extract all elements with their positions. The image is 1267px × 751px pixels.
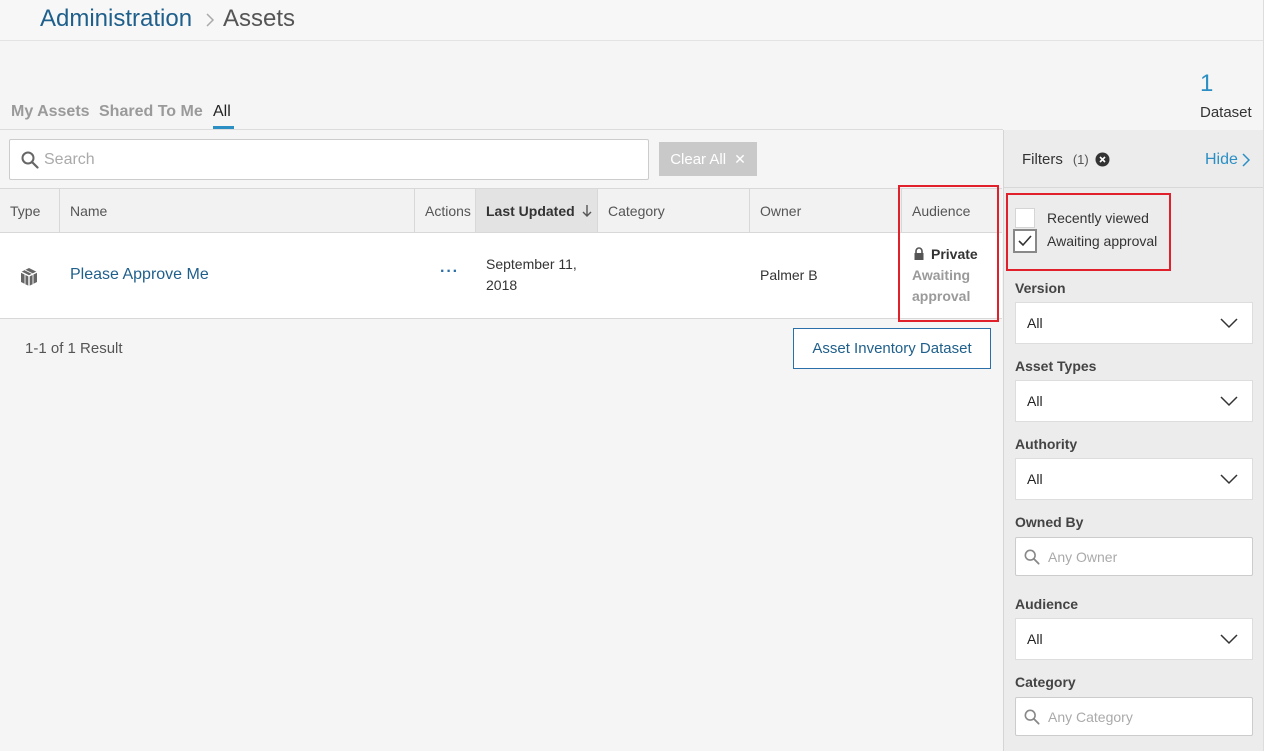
hide-filters-label: Hide bbox=[1205, 151, 1238, 168]
breadcrumb-current: Assets bbox=[223, 5, 296, 32]
version-filter-label: Version bbox=[1015, 280, 1066, 296]
recently-viewed-checkbox[interactable] bbox=[1015, 208, 1035, 228]
search-box[interactable] bbox=[9, 139, 649, 180]
owned-by-search[interactable] bbox=[1015, 537, 1253, 576]
filters-title: Filters (1) bbox=[1022, 151, 1110, 168]
version-select[interactable]: All bbox=[1015, 302, 1253, 344]
chevron-down-icon bbox=[1220, 474, 1238, 485]
breadcrumb-administration-link[interactable]: Administration bbox=[40, 5, 192, 33]
column-header-category[interactable]: Category bbox=[598, 189, 750, 232]
column-header-last-updated-label: Last Updated bbox=[486, 202, 575, 219]
version-select-value: All bbox=[1027, 315, 1043, 331]
table-row: Please Approve Me ··· September 11, 2018… bbox=[0, 233, 1002, 319]
chevron-down-icon bbox=[1220, 396, 1238, 407]
column-header-name[interactable]: Name bbox=[60, 189, 415, 232]
actions-menu-button[interactable]: ··· bbox=[440, 263, 459, 281]
filters-title-text: Filters bbox=[1022, 151, 1063, 168]
breadcrumb-chevron-icon bbox=[206, 13, 215, 27]
tab-all[interactable]: All bbox=[213, 103, 231, 121]
filters-header: Filters (1) Hide bbox=[1004, 130, 1263, 188]
asset-inventory-dataset-button[interactable]: Asset Inventory Dataset bbox=[793, 328, 991, 369]
clear-filters-icon[interactable] bbox=[1095, 152, 1110, 167]
dataset-count[interactable]: 1 bbox=[1200, 70, 1260, 98]
window-edge bbox=[1263, 0, 1267, 751]
lock-icon bbox=[914, 247, 924, 260]
tabs-divider bbox=[0, 129, 1003, 130]
category-search[interactable] bbox=[1015, 697, 1253, 736]
audience-filter-label: Audience bbox=[1015, 596, 1079, 612]
search-input[interactable] bbox=[44, 140, 634, 179]
category-input[interactable] bbox=[1048, 708, 1238, 725]
asset-types-select-value: All bbox=[1027, 393, 1043, 409]
audience-select-value: All bbox=[1027, 631, 1043, 647]
owned-by-input[interactable] bbox=[1048, 548, 1238, 565]
dataset-cube-icon bbox=[20, 268, 38, 286]
owner-value: Palmer B bbox=[760, 267, 818, 283]
approval-status: Awaiting approval bbox=[912, 267, 971, 304]
awaiting-approval-checkbox-row[interactable]: Awaiting approval bbox=[1013, 229, 1157, 253]
owned-by-filter-label: Owned By bbox=[1015, 514, 1084, 530]
recently-viewed-label: Recently viewed bbox=[1047, 210, 1149, 226]
audience-value: Private bbox=[913, 246, 978, 262]
column-header-audience[interactable]: Audience bbox=[902, 189, 1002, 232]
chevron-right-icon bbox=[1242, 153, 1250, 167]
column-header-type[interactable]: Type bbox=[0, 189, 60, 232]
awaiting-approval-label: Awaiting approval bbox=[1047, 233, 1158, 249]
last-updated-value: September 11, 2018 bbox=[486, 256, 577, 293]
close-icon: ✕ bbox=[734, 150, 746, 167]
search-icon bbox=[21, 151, 39, 169]
column-header-owner[interactable]: Owner bbox=[750, 189, 902, 232]
recently-viewed-checkbox-row[interactable]: Recently viewed bbox=[1015, 208, 1149, 228]
asset-name-link[interactable]: Please Approve Me bbox=[70, 266, 209, 284]
tab-my-assets[interactable]: My Assets bbox=[11, 103, 90, 121]
filters-count: (1) bbox=[1072, 152, 1089, 167]
search-icon bbox=[1024, 549, 1040, 565]
clear-all-label: Clear All bbox=[670, 150, 727, 168]
category-filter-label: Category bbox=[1015, 674, 1076, 690]
search-icon bbox=[1024, 709, 1040, 725]
asset-types-select[interactable]: All bbox=[1015, 380, 1253, 422]
column-header-actions: Actions bbox=[415, 189, 476, 232]
audience-select[interactable]: All bbox=[1015, 618, 1253, 660]
tab-shared-to-me[interactable]: Shared To Me bbox=[99, 103, 203, 121]
chevron-down-icon bbox=[1220, 634, 1238, 645]
column-header-last-updated[interactable]: Last Updated bbox=[476, 189, 598, 232]
filter-panel: Filters (1) Hide Recently viewed Awaitin… bbox=[1003, 130, 1263, 751]
checkmark-icon bbox=[1018, 235, 1032, 247]
awaiting-approval-checkbox[interactable] bbox=[1013, 229, 1037, 253]
sort-descending-icon bbox=[582, 204, 592, 217]
audience-label: Private bbox=[931, 246, 978, 262]
clear-all-button[interactable]: Clear All ✕ bbox=[659, 142, 757, 176]
authority-select-value: All bbox=[1027, 471, 1043, 487]
authority-filter-label: Authority bbox=[1015, 436, 1078, 452]
dataset-count-label: Dataset bbox=[1200, 104, 1252, 121]
table-header: Type Name Actions Last Updated Category … bbox=[0, 188, 1002, 233]
asset-types-filter-label: Asset Types bbox=[1015, 358, 1097, 374]
authority-select[interactable]: All bbox=[1015, 458, 1253, 500]
result-count: 1-1 of 1 Result bbox=[25, 340, 123, 357]
chevron-down-icon bbox=[1220, 318, 1238, 329]
hide-filters-link[interactable]: Hide bbox=[1205, 151, 1250, 169]
